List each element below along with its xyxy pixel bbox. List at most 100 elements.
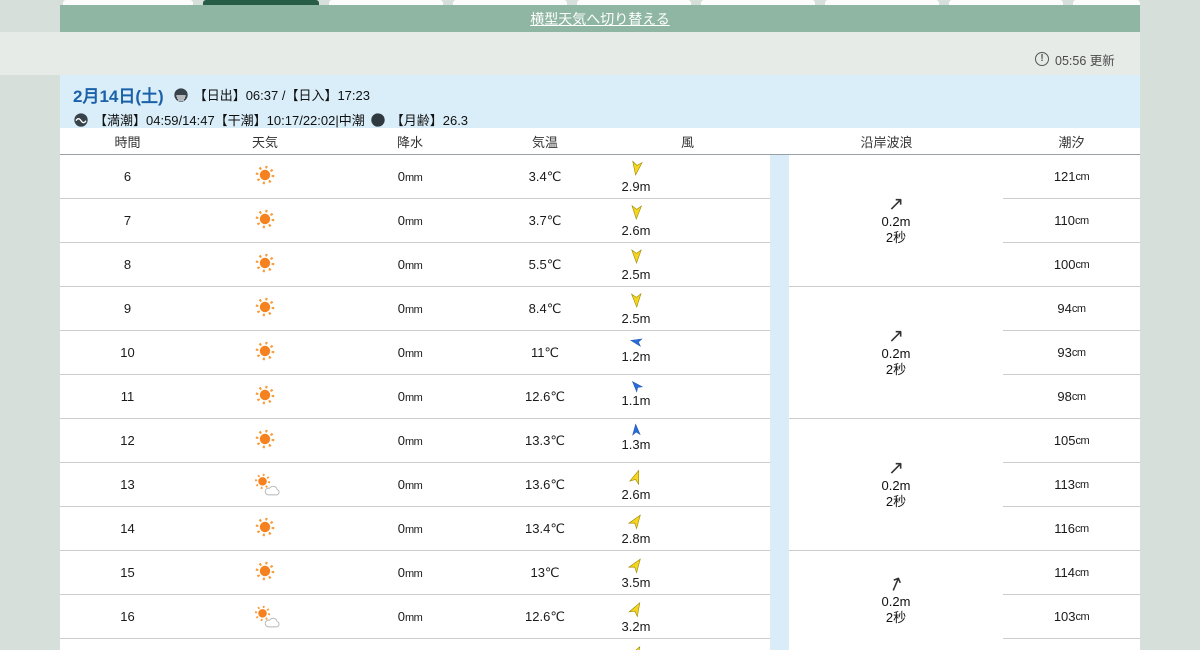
wind-speed-label: 2.5m — [621, 311, 651, 326]
table-row: 14 0mm 13.4℃ 2.8m — [60, 507, 770, 551]
temp-cell: 13.3℃ — [525, 432, 565, 448]
temp-cell: 3.4℃ — [528, 168, 562, 184]
wave-direction-arrow: ↗ — [888, 326, 904, 347]
switch-view-link[interactable]: 横型天気へ切り替える — [530, 9, 670, 29]
col-header-waves: 沿岸波浪 — [860, 134, 913, 150]
wind-direction-arrow — [627, 646, 640, 650]
weather-icon — [253, 383, 277, 407]
wind-cell — [605, 639, 770, 650]
precip-cell: 0mm — [397, 521, 423, 536]
table-row — [60, 639, 770, 650]
table-row: 10 0mm 11℃ 1.2m — [60, 331, 770, 375]
tide-cell: 98 cm — [1003, 375, 1140, 419]
wave-group-cell: ↗ 0.2m 2秒 — [789, 419, 1003, 551]
tide-cell: 114 cm — [1003, 551, 1140, 595]
weather-cell — [195, 383, 335, 410]
precip-cell: 0mm — [397, 257, 423, 272]
sun-icon — [255, 385, 275, 405]
wave-group-cell: ↗ 0.2m 2秒 — [789, 551, 1003, 650]
wave-period-label: 2秒 — [885, 362, 907, 377]
table-row: 7 0mm 3.7℃ 2.6m — [60, 199, 770, 243]
wave-direction-arrow: ↗ — [888, 194, 904, 215]
hour-cell: 16 — [120, 609, 135, 624]
wave-direction-arrow: ↗ — [884, 571, 908, 598]
hour-cell: 9 — [123, 301, 132, 316]
wind-direction-arrow — [627, 514, 641, 530]
tide-wave-icon — [73, 112, 89, 128]
precip-cell: 0mm — [397, 477, 423, 492]
weather-cell — [195, 207, 335, 234]
sun-icon — [255, 297, 275, 317]
table-header-row: 時間 天気 降水 気温 風 沿岸波浪 潮汐 — [60, 128, 1140, 155]
weather-icon — [253, 163, 277, 187]
wave-column: ↗ 0.2m 2秒 ↗ 0.2m 2秒 ↗ 0.2m 2秒 ↗ 0.2m 2秒 — [789, 155, 1003, 650]
wind-cell: 2.6m — [605, 199, 770, 242]
tide-cell: 100 cm — [1003, 243, 1140, 287]
weather-icon — [253, 251, 277, 275]
temp-cell: 5.5℃ — [528, 256, 562, 272]
wind-cell: 3.2m — [605, 595, 770, 638]
precip-cell: 0mm — [397, 169, 423, 184]
wave-height-label: 0.2m — [881, 594, 911, 609]
moon-age-label: 【月齢】26.3 — [390, 113, 469, 128]
sub-header-band — [0, 32, 1140, 75]
tide-column: 121 cm 110 cm 100 cm 94 cm 93 cm 98 cm 105 cm 113 cm 116… — [1003, 155, 1140, 650]
wave-divider-strip — [770, 155, 789, 650]
hour-cell: 14 — [120, 521, 135, 536]
sunrise-sunset-label: 【日出】06:37 /【日入】17:23 — [193, 88, 370, 103]
precip-cell: 0mm — [397, 345, 423, 360]
table-body: 6 0mm 3.4℃ 2.9m 7 0mm 3.7℃ 2.6m 8 0mm 5.… — [60, 155, 1140, 650]
hourly-weather-table: 時間 天気 降水 気温 風 沿岸波浪 潮汐 6 0mm 3.4℃ 2.9m 7 … — [60, 128, 1140, 650]
precip-cell: 0mm — [397, 213, 423, 228]
wave-period-label: 2秒 — [885, 230, 907, 245]
wind-speed-label: 2.9m — [621, 179, 651, 194]
hour-cell: 12 — [120, 433, 135, 448]
wind-direction-arrow — [630, 249, 642, 264]
wind-direction-arrow — [632, 423, 641, 436]
temp-cell: 13.6℃ — [525, 476, 565, 492]
temp-cell: 8.4℃ — [528, 300, 562, 316]
wind-direction-arrow — [630, 292, 642, 308]
wind-cell: 2.5m — [605, 287, 770, 330]
weather-cell — [195, 559, 335, 586]
wind-speed-label: 1.1m — [621, 393, 651, 408]
hour-cell: 6 — [123, 169, 132, 184]
col-header-time: 時間 — [114, 134, 141, 150]
wave-period-label: 2秒 — [885, 494, 907, 509]
weather-cell — [195, 295, 335, 322]
temp-cell: 13.4℃ — [525, 520, 565, 536]
update-time-label: 05:56 更新 — [1055, 53, 1115, 68]
wind-cell: 1.3m — [605, 419, 770, 462]
weather-icon — [253, 515, 277, 539]
date-label: 2月14日(土) — [73, 87, 164, 106]
weather-cell — [195, 163, 335, 190]
weather-icon — [253, 295, 277, 319]
sun-icon — [255, 209, 275, 229]
wave-group-cell: ↗ 0.2m 2秒 — [789, 287, 1003, 419]
weather-icon — [253, 207, 277, 231]
table-row: 8 0mm 5.5℃ 2.5m — [60, 243, 770, 287]
table-left-rows: 6 0mm 3.4℃ 2.9m 7 0mm 3.7℃ 2.6m 8 0mm 5.… — [60, 155, 770, 650]
tide-cell: 105 cm — [1003, 419, 1140, 463]
tide-cell: 103 cm — [1003, 595, 1140, 639]
wind-cell: 2.5m — [605, 243, 770, 286]
wind-speed-label: 2.6m — [621, 223, 651, 238]
wind-cell: 1.2m — [605, 331, 770, 374]
tide-cell: 121 cm — [1003, 155, 1140, 199]
temp-cell: 11℃ — [530, 344, 560, 360]
hour-cell: 11 — [120, 389, 135, 404]
precip-cell: 0mm — [397, 389, 423, 404]
wave-height-label: 0.2m — [881, 478, 911, 493]
precip-cell: 0mm — [397, 301, 423, 316]
tide-times-label: 【満潮】04:59/14:47【干潮】10:17/22:02|中潮 — [94, 113, 365, 128]
wave-height-label: 0.2m — [881, 214, 911, 229]
wind-speed-label: 1.2m — [621, 349, 651, 364]
weather-cell — [195, 251, 335, 278]
wind-cell: 3.5m — [605, 551, 770, 594]
sun-icon — [255, 253, 275, 273]
wind-speed-label: 3.2m — [621, 619, 651, 634]
info-icon[interactable]: ! — [1035, 52, 1049, 66]
temp-cell: 12.6℃ — [525, 608, 565, 624]
weather-icon — [253, 559, 277, 583]
tide-cell: 110 cm — [1003, 199, 1140, 243]
